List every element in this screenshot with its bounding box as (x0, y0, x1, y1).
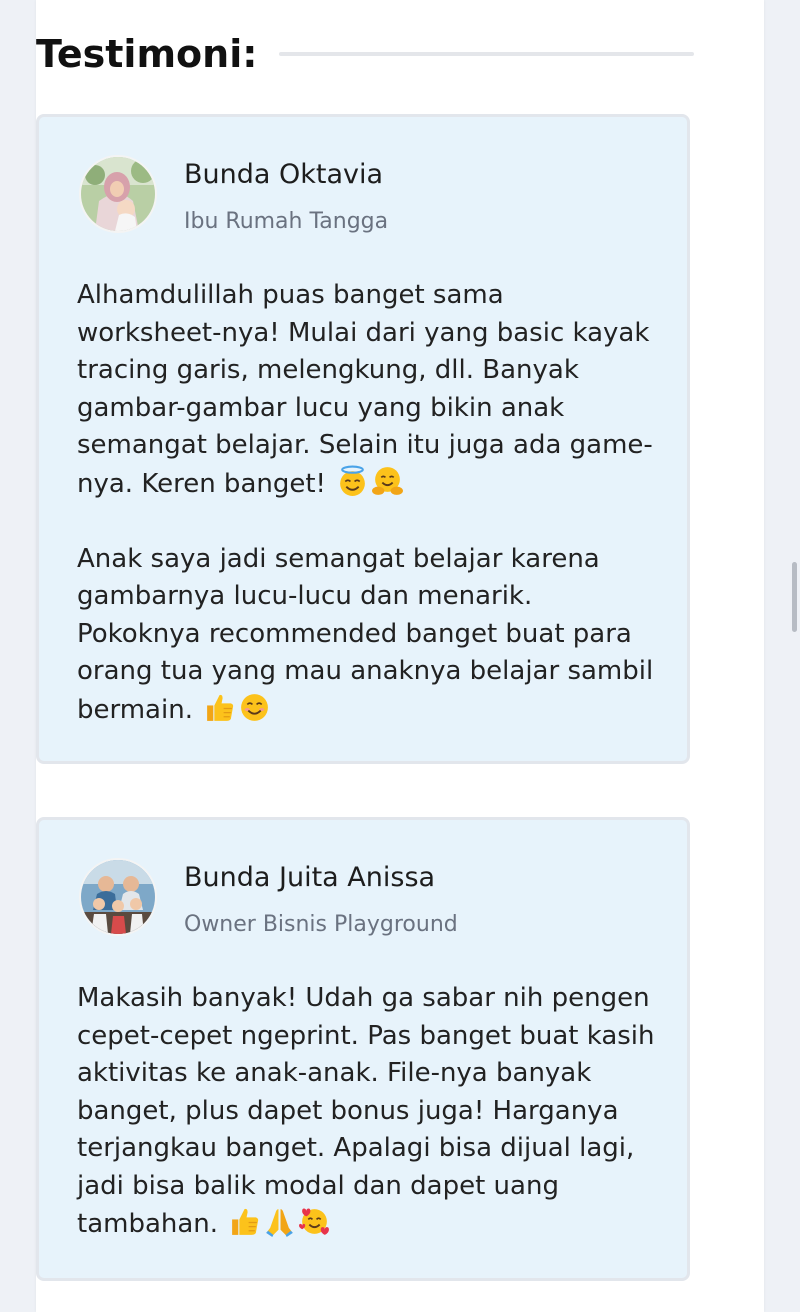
section-header: Testimoni: (36, 28, 694, 80)
testimonial-card: Bunda Juita Anissa Owner Bisnis Playgrou… (36, 817, 690, 1281)
avatar (79, 858, 157, 936)
title-divider (279, 52, 694, 56)
hugging-face-icon (372, 466, 404, 495)
author-role: Ibu Rumah Tangga (184, 209, 389, 234)
testimonial-paragraph: Anak saya jadi semangat belajar karena g… (77, 541, 667, 730)
folded-hands-icon (266, 1209, 294, 1237)
author-name: Bunda Oktavia (184, 159, 384, 190)
smiling-face-icon (241, 693, 269, 721)
smiling-face-with-halo-icon (340, 465, 366, 496)
testimonial-text: Alhamdulillah puas banget sama worksheet… (77, 277, 667, 729)
testimonial-paragraph: Alhamdulillah puas banget sama worksheet… (77, 277, 667, 503)
smiling-face-with-hearts-icon (299, 1208, 330, 1235)
scrollbar-thumb[interactable] (792, 562, 797, 632)
avatar (79, 155, 157, 233)
thumbs-up-icon (207, 694, 234, 721)
paragraph-text: Makasih banyak! Udah ga sabar nih pengen… (77, 983, 655, 1239)
testimonial-paragraph: Makasih banyak! Udah ga sabar nih pengen… (77, 980, 667, 1244)
section-title: Testimoni: (36, 32, 258, 76)
author-role: Owner Bisnis Playground (184, 912, 458, 937)
thumbs-up-icon (232, 1208, 259, 1235)
testimonial-text: Makasih banyak! Udah ga sabar nih pengen… (77, 980, 667, 1244)
paragraph-text: Anak saya jadi semangat belajar karena g… (77, 543, 654, 725)
author-name: Bunda Juita Anissa (184, 862, 436, 893)
testimonial-card: Bunda Oktavia Ibu Rumah Tangga Alhamduli… (36, 114, 690, 764)
